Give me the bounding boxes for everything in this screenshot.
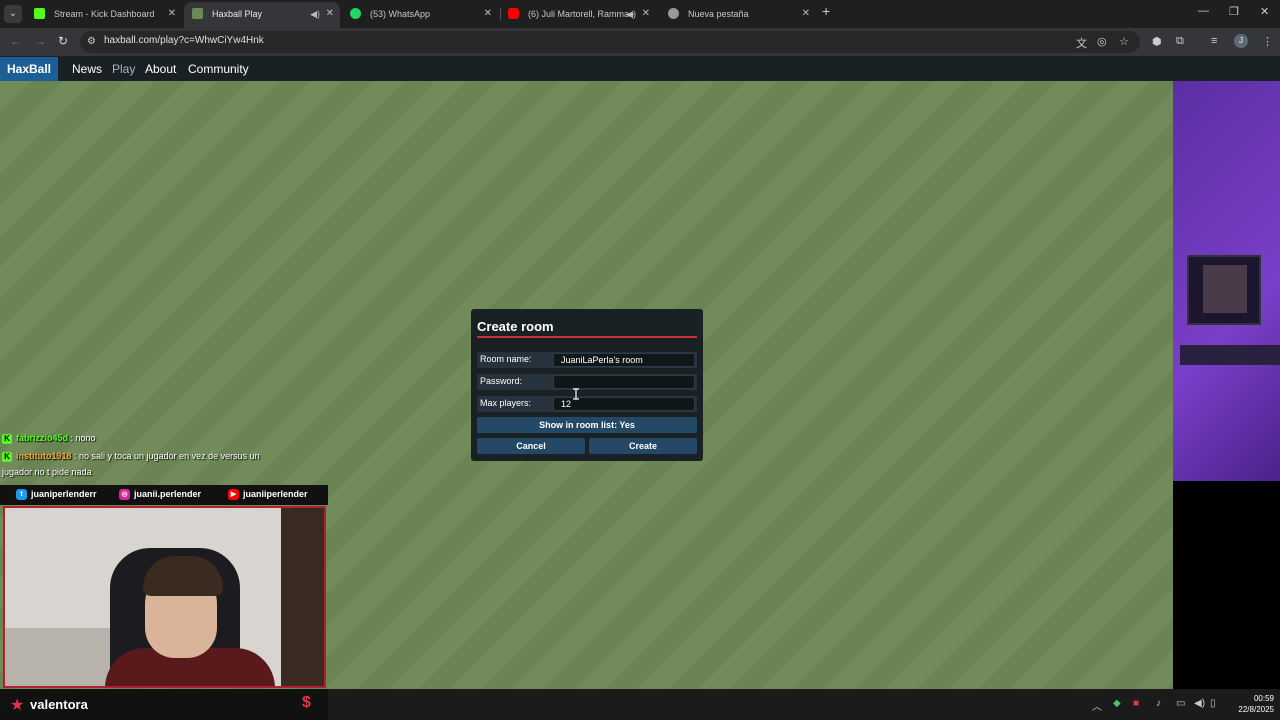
microphone-icon[interactable]: ♪ [1156, 698, 1161, 709]
youtube-icon: ▶ [228, 489, 239, 501]
chat-message-continuation: jugador no t pide nada [2, 467, 92, 477]
youtube-icon [508, 8, 519, 19]
haxball-icon [192, 8, 203, 19]
tray-app-icon[interactable]: ■ [1133, 698, 1139, 709]
close-window-icon[interactable]: ✕ [1260, 5, 1269, 18]
speaker-icon[interactable]: ◀) [310, 2, 320, 26]
create-button[interactable]: Create [589, 438, 697, 454]
tab-whatsapp[interactable]: (53) WhatsApp ✕ [342, 2, 498, 28]
password-label: Password: [480, 376, 523, 386]
chat-text: : no sali y toca un jugador en vez de ve… [71, 451, 260, 461]
battery-icon[interactable]: ▯ [1210, 698, 1216, 709]
chat-message: Kinstituto1918 : no sali y toca un jugad… [2, 448, 322, 464]
kick-badge-icon: K [2, 433, 12, 444]
system-clock[interactable]: 00:59 22/8/2025 [1222, 693, 1274, 715]
haxball-logo[interactable]: HaxBall [0, 57, 58, 81]
clock-date: 22/8/2025 [1238, 705, 1274, 714]
max-players-label: Max players: [480, 398, 532, 408]
instagram-icon: ◎ [119, 489, 130, 501]
tab-title: (6) Juli Martorell, Ramma - [528, 9, 635, 19]
haxball-nav: HaxBall News Play About Community [0, 57, 1280, 81]
nav-link-play[interactable]: Play [112, 62, 135, 76]
kick-icon [34, 8, 45, 19]
windows-taskbar: ︿ ◆ ■ ♪ ▭ ◀) ▯ [328, 689, 1280, 720]
twitter-handle: t juaniperlenderr [16, 489, 97, 501]
close-tab-icon[interactable]: ✕ [326, 2, 334, 26]
room-name-input[interactable] [553, 353, 695, 367]
url-text[interactable]: haxball.com/play?c=WhwCiYw4Hnk [104, 35, 264, 46]
whatsapp-icon [350, 8, 361, 19]
tray-app-icon[interactable]: ◆ [1113, 698, 1121, 709]
chat-message: Kfabrizzio45d : nono [2, 430, 322, 446]
create-room-dialog: Create room Room name: Password: Max pla… [471, 309, 703, 461]
webcam-feed [3, 506, 326, 688]
close-tab-icon[interactable]: ✕ [642, 2, 650, 26]
tab-title: Haxball Play [212, 9, 263, 19]
kick-badge-icon: K [2, 451, 12, 462]
password-input[interactable] [553, 375, 695, 389]
profile-avatar[interactable]: J [1234, 34, 1248, 48]
tab-haxball-play[interactable]: Haxball Play ◀) ✕ [184, 2, 340, 28]
tray-chevron-icon[interactable]: ︿ [1092, 698, 1102, 713]
instagram-handle: ◎ juanii.perlender [119, 489, 201, 501]
tab-title: Nueva pestaña [688, 9, 749, 19]
tab-kick-dashboard[interactable]: Stream - Kick Dashboard ✕ [26, 2, 182, 28]
background-desk-image [1180, 345, 1280, 365]
nav-link-community[interactable]: Community [188, 62, 249, 76]
webcam-social-header: t juaniperlenderr ◎ juanii.perlender ▶ juan… [0, 485, 328, 505]
extensions-puzzle-icon[interactable]: ⧉ [1176, 35, 1184, 48]
address-bar[interactable]: ⚙ haxball.com/play?c=WhwCiYw4Hnk 文 ◎ ☆ [80, 31, 1140, 53]
show-in-room-list-toggle[interactable]: Show in room list: Yes [477, 417, 697, 433]
nav-link-about[interactable]: About [145, 62, 176, 76]
browser-tab-strip: ⌄ Stream - Kick Dashboard ✕ Haxball Play… [0, 0, 1280, 28]
chat-text: : nono [68, 433, 96, 443]
tab-new-tab[interactable]: Nueva pestaña ✕ [660, 2, 816, 28]
star-icon: ★ [10, 697, 25, 714]
tab-search-button[interactable]: ⌄ [4, 5, 22, 23]
tab-youtube[interactable]: (6) Juli Martorell, Ramma - ◀) ✕ [500, 2, 656, 28]
max-players-row: Max players: [477, 396, 697, 412]
tab-title: (53) WhatsApp [370, 9, 431, 19]
new-tab-icon[interactable]: + [822, 3, 830, 19]
black-panel [1173, 481, 1280, 689]
browser-toolbar: ← → ↻ ⚙ haxball.com/play?c=WhwCiYw4Hnk 文… [0, 28, 1280, 56]
forward-icon[interactable]: → [34, 34, 46, 48]
close-tab-icon[interactable]: ✕ [484, 2, 492, 26]
clock-time: 00:59 [1253, 694, 1274, 703]
eye-off-icon[interactable]: ◎ [1097, 35, 1107, 48]
cancel-button[interactable]: Cancel [477, 438, 585, 454]
restore-icon[interactable]: ❐ [1229, 5, 1239, 18]
speaker-icon[interactable]: ◀) [626, 2, 636, 26]
media-control-icon[interactable]: ≡ [1211, 35, 1217, 47]
bookmark-star-icon[interactable]: ☆ [1119, 35, 1129, 48]
volume-icon[interactable]: ◀) [1194, 698, 1205, 709]
dialog-title: Create room [477, 319, 554, 334]
background-monitor-image [1187, 255, 1261, 325]
tab-title: Stream - Kick Dashboard [54, 9, 155, 19]
site-info-icon[interactable]: ⚙ [87, 36, 96, 47]
title-divider [477, 336, 697, 338]
room-name-label: Room name: [480, 354, 532, 364]
translate-icon[interactable]: 文 [1076, 35, 1087, 51]
close-tab-icon[interactable]: ✕ [168, 2, 176, 26]
nav-link-news[interactable]: News [72, 62, 102, 76]
dollar-icon: $ [302, 694, 311, 711]
menu-icon[interactable]: ⋮ [1262, 35, 1273, 48]
password-row: Password: [477, 374, 697, 390]
webcam-footer: ★ valentora $ [0, 689, 328, 720]
streamer-name: valentora [30, 697, 88, 712]
extension-icon[interactable]: ⬢ [1152, 35, 1162, 48]
close-tab-icon[interactable]: ✕ [802, 2, 810, 26]
back-icon[interactable]: ← [10, 34, 22, 48]
chat-username: fabrizzio45d [16, 433, 69, 443]
reload-icon[interactable]: ↻ [58, 34, 68, 48]
chat-username: instituto1918 [16, 451, 72, 461]
room-name-row: Room name: [477, 352, 697, 368]
twitter-icon: t [16, 489, 27, 501]
youtube-handle: ▶ juaniiperlender [228, 489, 308, 501]
network-icon[interactable]: ▭ [1176, 698, 1185, 709]
chrome-icon [668, 8, 679, 19]
minimize-icon[interactable]: — [1198, 5, 1209, 17]
text-cursor-icon [573, 388, 579, 400]
